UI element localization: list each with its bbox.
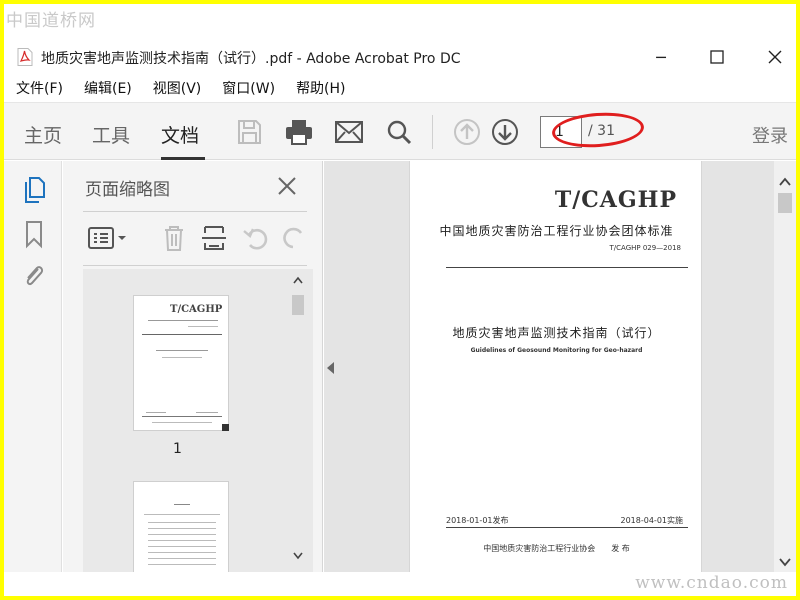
delete-page-icon[interactable]	[159, 223, 189, 253]
page-thumbnails-panel: 页面缩略图 T/CAGHP 1	[63, 161, 323, 572]
panel-divider	[83, 265, 307, 266]
extract-pages-icon[interactable]	[199, 223, 229, 253]
pdf-page: T/CAGHP 中国地质灾害防治工程行业协会团体标准 T/CAGHP 029—2…	[409, 161, 702, 572]
panel-divider	[83, 211, 307, 212]
save-icon	[238, 120, 261, 144]
minimize-button[interactable]: ─	[636, 40, 686, 74]
close-icon	[768, 50, 782, 64]
page-up-icon	[454, 119, 480, 145]
thumbnail-scrollbar[interactable]	[291, 269, 305, 572]
maximize-button[interactable]	[692, 40, 742, 74]
thumbnail-options-icon[interactable]	[87, 223, 129, 253]
bookmark-icon[interactable]	[21, 219, 47, 249]
watermark-bottom: www.cndao.com	[635, 573, 788, 593]
title-bar: 地质灾害地声监测技术指南（试行）.pdf - Adobe Acrobat Pro…	[4, 40, 796, 74]
attachment-icon[interactable]	[21, 261, 47, 291]
association-standard-title: 中国地质灾害防治工程行业协会团体标准	[439, 224, 674, 238]
left-navigation-rail	[4, 161, 62, 572]
menu-view[interactable]: 视图(V)	[141, 78, 211, 98]
print-icon	[286, 120, 312, 145]
issue-date: 2018-01-01发布	[446, 516, 509, 525]
thumbnail-page-number: 1	[173, 441, 182, 457]
standard-code: T/CAGHP 029—2018	[609, 244, 682, 252]
next-page-button[interactable]	[488, 115, 522, 149]
thumb-brand-mark: T/CAGHP	[170, 304, 223, 315]
toolbar-separator	[432, 115, 433, 149]
email-button[interactable]	[332, 115, 366, 149]
menu-help[interactable]: 帮助(H)	[284, 78, 354, 98]
document-viewer[interactable]: T/CAGHP 中国地质灾害防治工程行业协会团体标准 T/CAGHP 029—2…	[324, 161, 796, 572]
tab-tools[interactable]: 工具	[92, 121, 130, 148]
menu-file[interactable]: 文件(F)	[4, 78, 72, 98]
print-button[interactable]	[282, 115, 316, 149]
footer-rule	[446, 527, 688, 528]
login-link[interactable]: 登录	[752, 122, 788, 148]
save-button[interactable]	[232, 115, 266, 149]
email-icon	[335, 121, 363, 143]
app-window: 中国道桥网 地质灾害地声监测技术指南（试行）.pdf - Adobe Acrob…	[4, 4, 796, 596]
page-thumbnail-2[interactable]	[133, 481, 229, 572]
publisher-line: 中国地质灾害防治工程行业协会 发 布	[483, 544, 630, 553]
watermark-top: 中国道桥网	[6, 11, 96, 31]
rotate-right-icon[interactable]	[281, 223, 305, 253]
maximize-icon	[710, 50, 724, 64]
thumbnails-icon[interactable]	[21, 175, 47, 205]
standard-brand: T/CAGHP	[554, 187, 677, 213]
pdf-file-icon	[17, 48, 33, 66]
window-title: 地质灾害地声监测技术指南（试行）.pdf - Adobe Acrobat Pro…	[41, 51, 461, 67]
search-icon	[387, 120, 412, 145]
panel-title: 页面缩略图	[85, 180, 170, 200]
document-title-en: Guidelines of Geosound Monitoring for Ge…	[470, 347, 643, 354]
page-thumbnail-1[interactable]: T/CAGHP	[133, 295, 229, 431]
close-panel-icon[interactable]	[276, 175, 298, 197]
header-rule	[446, 267, 688, 268]
thumbnail-list: T/CAGHP 1	[83, 269, 313, 572]
menu-window[interactable]: 窗口(W)	[210, 78, 284, 98]
page-down-icon	[492, 119, 518, 145]
document-title-zh: 地质灾害地声监测技术指南（试行）	[452, 326, 661, 340]
thumbnail-corner-mark	[222, 424, 229, 431]
main-toolbar: 主页 工具 文档	[4, 102, 796, 160]
document-scrollbar[interactable]	[774, 161, 796, 572]
collapse-panel-arrow-icon[interactable]	[325, 361, 335, 375]
menu-bar: 文件(F) 编辑(E) 视图(V) 窗口(W) 帮助(H)	[4, 76, 796, 100]
previous-page-button[interactable]	[450, 115, 484, 149]
search-button[interactable]	[382, 115, 416, 149]
active-tab-indicator	[161, 157, 205, 160]
tab-document[interactable]: 文档	[161, 121, 199, 148]
tab-home[interactable]: 主页	[24, 121, 62, 148]
close-window-button[interactable]	[750, 40, 796, 74]
rotate-left-icon[interactable]	[241, 223, 271, 253]
menu-edit[interactable]: 编辑(E)	[72, 78, 141, 98]
implement-date: 2018-04-01实施	[620, 516, 684, 525]
